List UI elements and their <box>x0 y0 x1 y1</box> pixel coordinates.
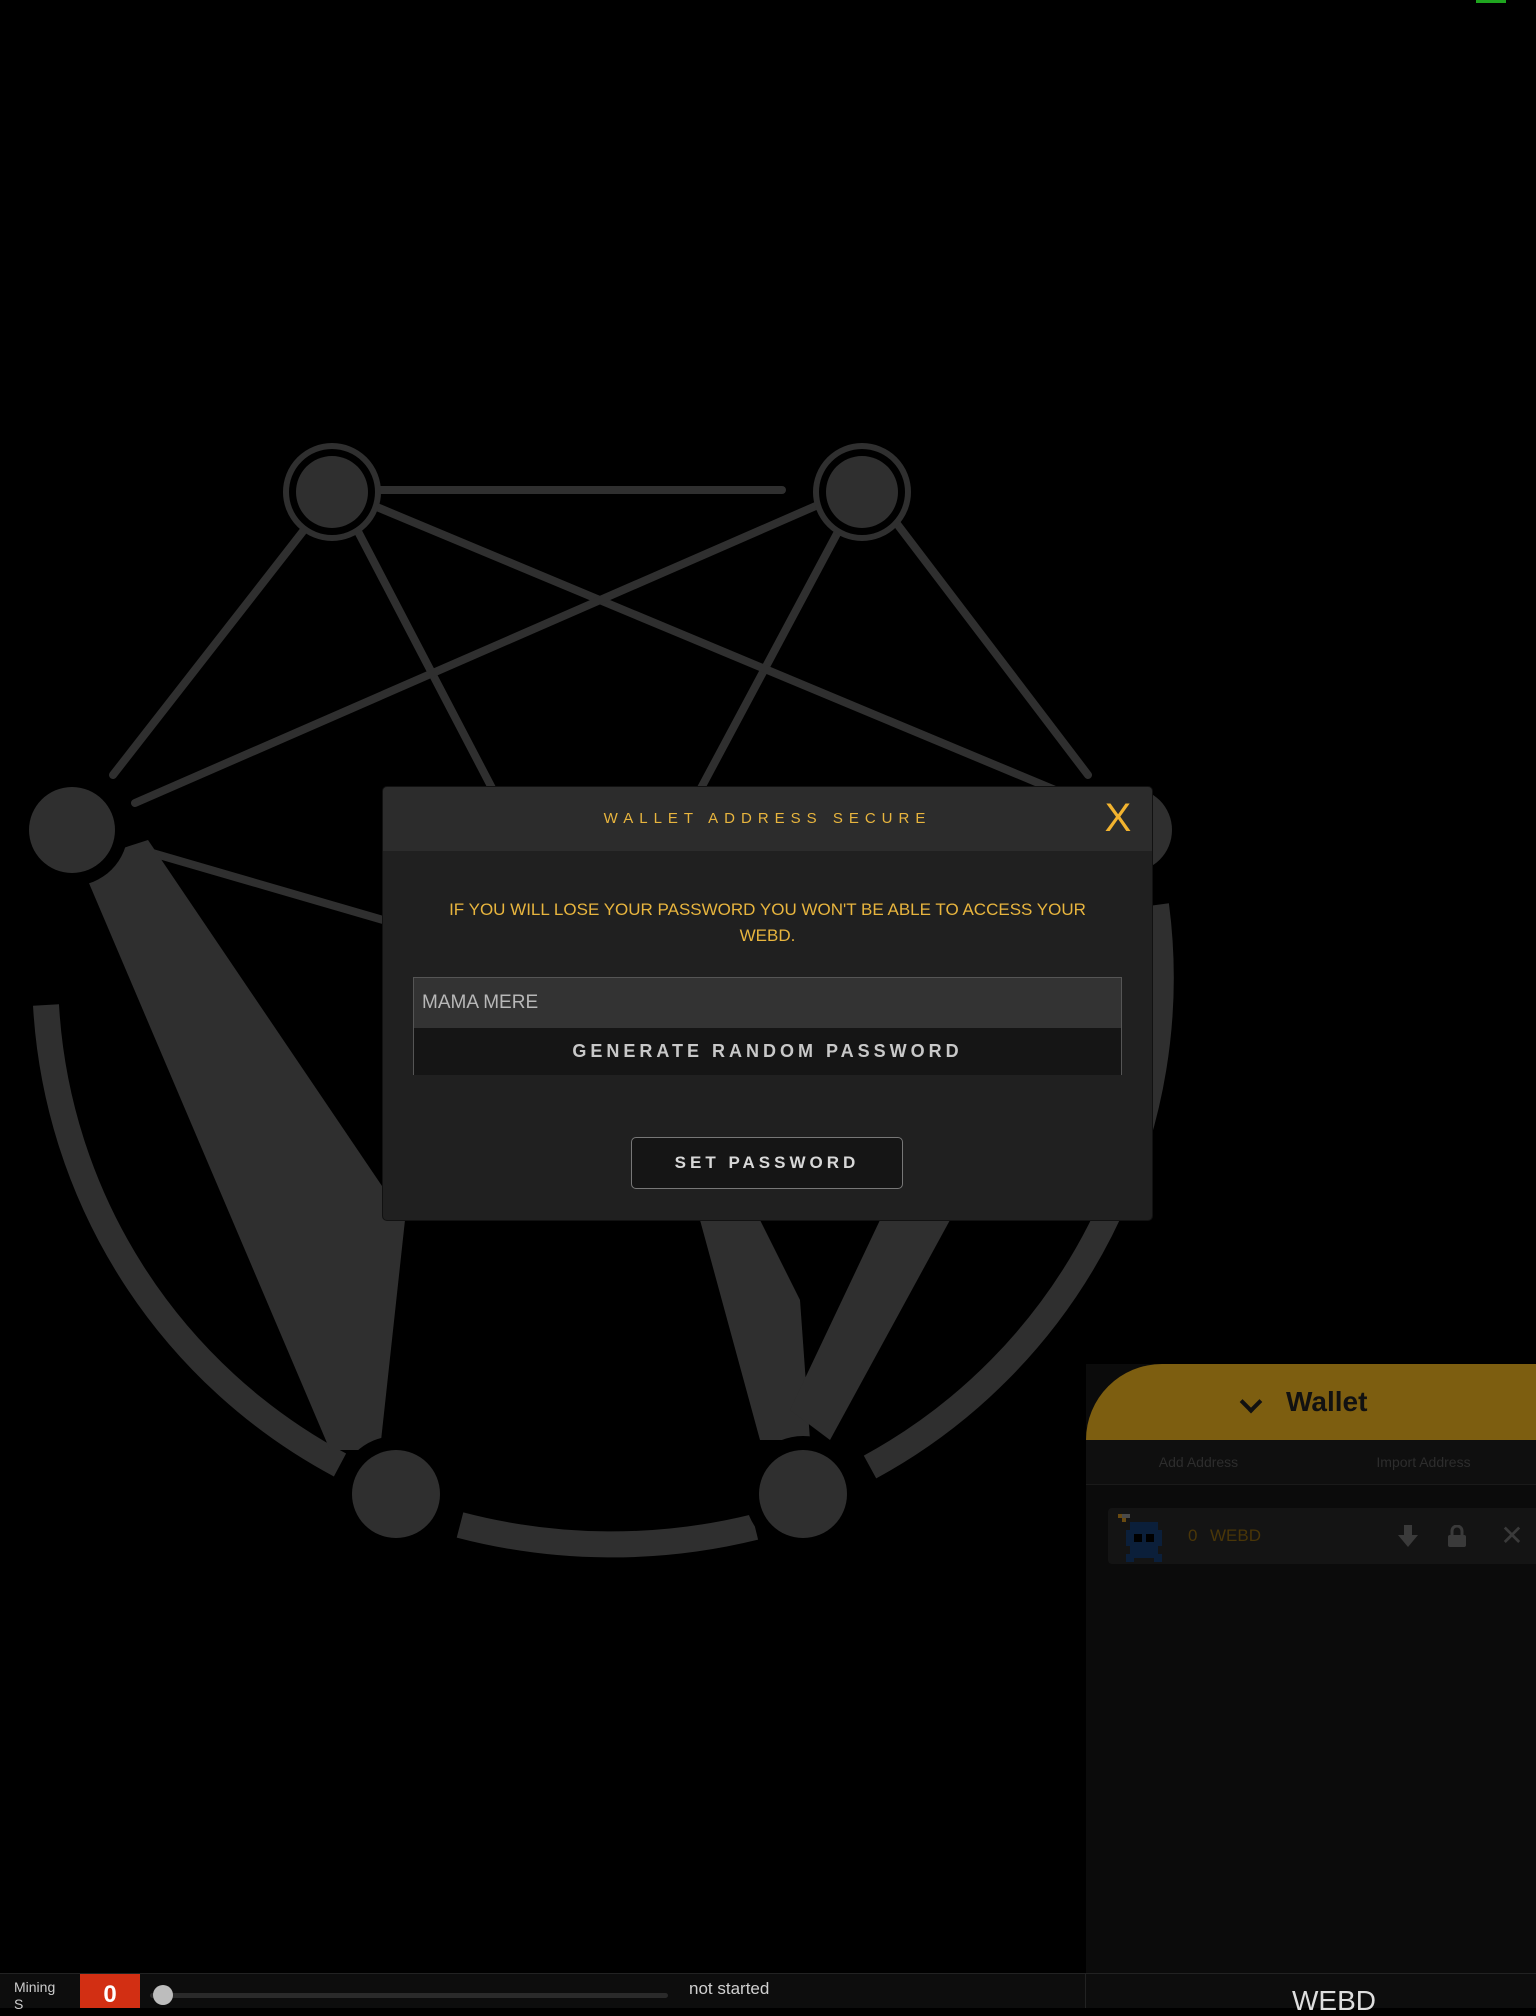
generate-random-password-button[interactable]: GENERATE RANDOM PASSWORD <box>414 1028 1121 1075</box>
set-password-button[interactable]: SET PASSWORD <box>631 1137 903 1189</box>
mining-sublabel: S <box>14 1996 24 2012</box>
wallet-header[interactable]: Wallet <box>1086 1364 1536 1440</box>
address-balance: 0 <box>1188 1526 1198 1545</box>
wallet-title: Wallet <box>1286 1386 1368 1417</box>
remove-address-icon[interactable]: ✕ <box>1488 1508 1536 1564</box>
mining-label: Mining <box>14 1979 56 1995</box>
download-icon[interactable] <box>1398 1525 1418 1547</box>
close-icon[interactable]: X <box>1098 796 1138 840</box>
miner-avatar-icon <box>1118 1514 1162 1562</box>
mining-threads-badge[interactable]: 0 <box>80 1974 140 2008</box>
mining-status-text: not started <box>689 1979 770 1998</box>
address-list-item[interactable]: 0 WEBD ✕ <box>1108 1508 1536 1564</box>
modal-title: WALLET ADDRESS SECURE <box>603 810 932 827</box>
password-group: GENERATE RANDOM PASSWORD <box>413 977 1122 1075</box>
password-warning-text: IF YOU WILL LOSE YOUR PASSWORD YOU WON'T… <box>449 900 1086 945</box>
connection-status-indicator <box>1476 0 1506 3</box>
footer-divider <box>1085 1974 1086 2008</box>
wallet-actions: Add Address Import Address <box>1086 1440 1536 1485</box>
add-address-button[interactable]: Add Address <box>1086 1440 1311 1484</box>
mining-threads-slider[interactable] <box>150 1982 668 2005</box>
modal-header: WALLET ADDRESS SECURE X <box>383 787 1152 851</box>
lock-icon[interactable] <box>1448 1525 1466 1547</box>
footer-currency-label: WEBD <box>1292 1985 1376 2016</box>
slider-track <box>150 1993 668 1998</box>
wallet-password-modal: WALLET ADDRESS SECURE X IF YOU WILL LOSE… <box>383 787 1152 1220</box>
chevron-down-icon[interactable] <box>1239 1390 1263 1414</box>
password-input[interactable] <box>414 978 1121 1028</box>
mining-status-bar: Mining S 0 not started WEBD <box>0 1973 1536 2016</box>
slider-thumb[interactable] <box>153 1985 173 2005</box>
import-address-button[interactable]: Import Address <box>1311 1440 1536 1484</box>
address-currency: WEBD <box>1210 1526 1261 1545</box>
wallet-panel: Wallet Add Address Import Address 0 WEBD <box>1086 1364 1536 1974</box>
